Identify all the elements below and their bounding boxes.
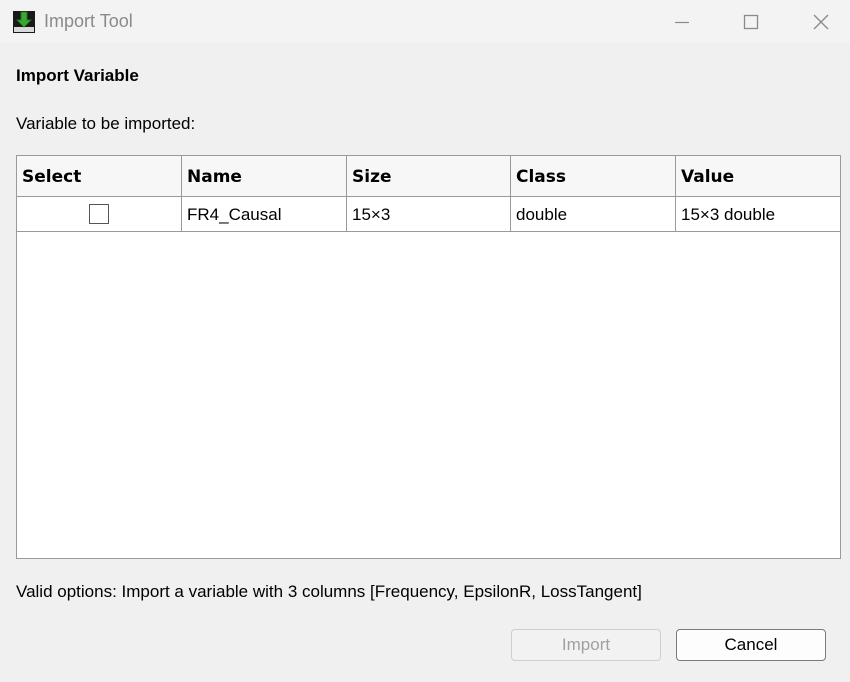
size-cell: 15×3 xyxy=(347,197,511,231)
window-title: Import Tool xyxy=(44,11,133,31)
variables-table: Select Name Size Class Value FR4_Causal … xyxy=(16,155,841,559)
maximize-button[interactable] xyxy=(716,0,786,43)
import-button[interactable]: Import xyxy=(511,629,661,661)
maximize-icon xyxy=(743,14,759,29)
variable-prompt-label: Variable to be imported: xyxy=(16,114,196,133)
close-button[interactable] xyxy=(786,0,850,43)
import-download-icon xyxy=(13,11,35,33)
close-icon xyxy=(813,14,829,29)
column-header-class[interactable]: Class xyxy=(511,156,676,196)
cancel-button[interactable]: Cancel xyxy=(676,629,826,661)
select-checkbox[interactable] xyxy=(89,204,109,224)
column-header-select[interactable]: Select xyxy=(17,156,182,196)
minimize-button[interactable] xyxy=(647,0,717,43)
table-row[interactable]: FR4_Causal 15×3 double 15×3 double xyxy=(17,197,840,232)
select-cell xyxy=(17,197,182,231)
title-bar: Import Tool xyxy=(0,0,850,43)
column-header-size[interactable]: Size xyxy=(347,156,511,196)
value-cell: 15×3 double xyxy=(681,205,776,224)
column-header-value[interactable]: Value xyxy=(676,156,840,196)
minimize-icon xyxy=(675,21,689,23)
column-header-name[interactable]: Name xyxy=(182,156,347,196)
table-header: Select Name Size Class Value xyxy=(17,156,840,197)
class-cell: double xyxy=(511,197,676,231)
valid-options-hint: Valid options: Import a variable with 3 … xyxy=(16,582,642,601)
section-title: Import Variable xyxy=(16,66,139,85)
name-cell: FR4_Causal xyxy=(182,197,347,231)
